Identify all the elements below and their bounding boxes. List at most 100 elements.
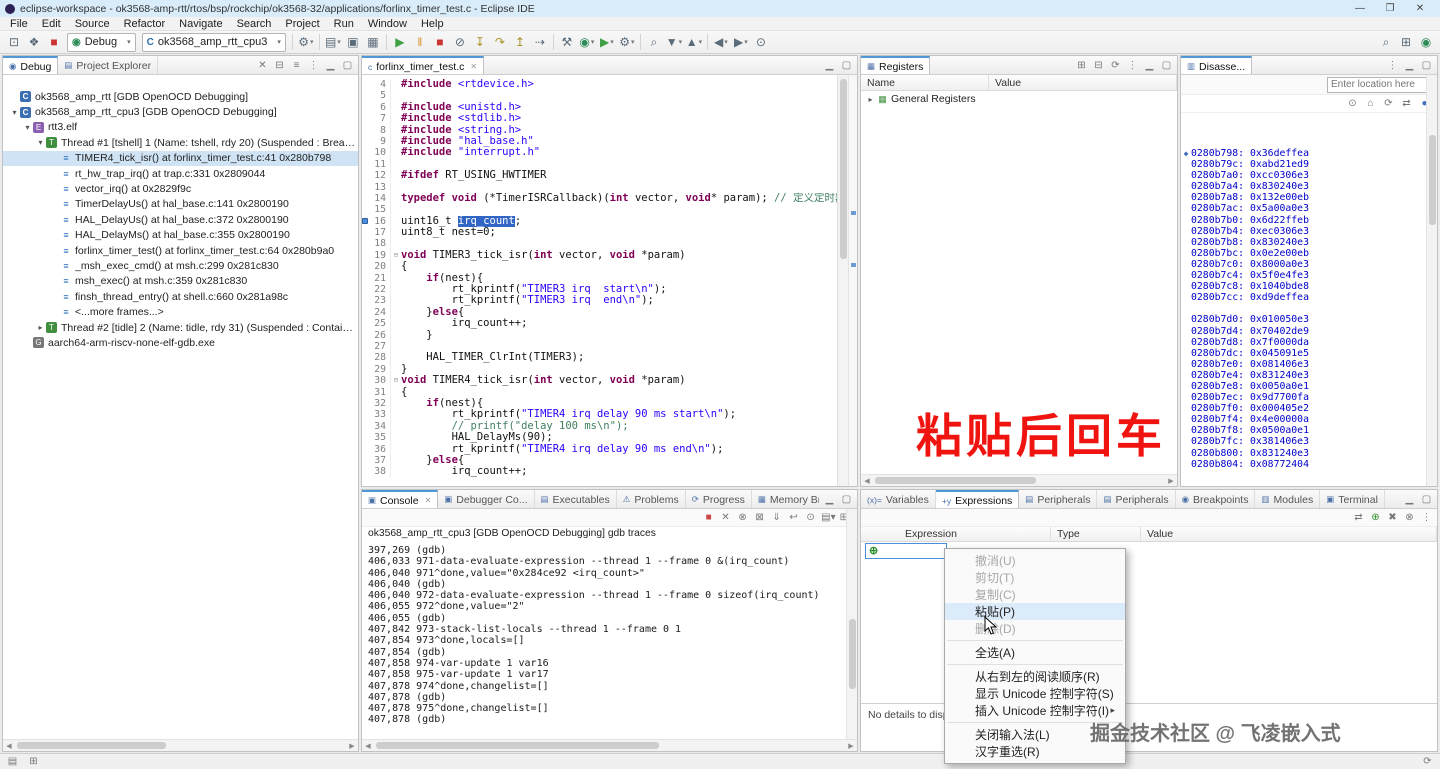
instruction-stepping-icon[interactable]: ⇢ bbox=[530, 33, 550, 52]
disasm-line[interactable]: 0280b7dc: 0x045091e5 bbox=[1181, 348, 1425, 359]
open-element-icon[interactable]: ⊡ bbox=[4, 33, 24, 52]
code-text[interactable]: #include <unistd.h> bbox=[401, 102, 837, 113]
code-text[interactable]: uint16_t irq_count; bbox=[401, 216, 837, 227]
maximize-icon[interactable]: ▢ bbox=[1420, 494, 1433, 505]
code-text[interactable]: #include "interrupt.h" bbox=[401, 147, 837, 158]
disasm-line[interactable]: 0280b7a0: 0xcc0306e3 bbox=[1181, 170, 1425, 181]
feature-icon[interactable]: ❖ bbox=[24, 33, 44, 52]
code-text[interactable]: }else{ bbox=[401, 455, 837, 466]
code-text[interactable] bbox=[401, 238, 837, 249]
search-icon[interactable]: ⌕ bbox=[1376, 33, 1396, 52]
disasm-line[interactable]: 0280b7b8: 0x830240e3 bbox=[1181, 237, 1425, 248]
maximize-icon[interactable]: ▢ bbox=[341, 60, 354, 71]
code-text[interactable] bbox=[401, 341, 837, 352]
disasm-line[interactable]: 0280b7f0: 0x000405e2 bbox=[1181, 403, 1425, 414]
remove-all-expressions-icon[interactable]: ⊗ bbox=[1403, 512, 1416, 523]
maximize-icon[interactable]: ▢ bbox=[840, 494, 853, 505]
scroll-right-icon[interactable]: ▶ bbox=[1165, 477, 1177, 485]
disasm-line[interactable]: 0280b79c: 0xabd21ed9 bbox=[1181, 159, 1425, 170]
debug-tree-item[interactable]: ≡rt_hw_trap_irq() at trap.c:331 0x280904… bbox=[3, 166, 358, 181]
debug-tree-item[interactable]: ▾TThread #1 [tshell] 1 (Name: tshell, rd… bbox=[3, 135, 358, 150]
debug-tree-item[interactable]: ≡forlinx_timer_test() at forlinx_timer_t… bbox=[3, 243, 358, 258]
filter-icon[interactable]: ≡ bbox=[290, 60, 303, 71]
view-menu-icon[interactable]: ⋮ bbox=[307, 60, 320, 71]
code-text[interactable]: #include <rtdevice.h> bbox=[401, 79, 837, 90]
disassembly-content[interactable]: ◆0280b798: 0x36deffea0280b79c: 0xabd21ed… bbox=[1181, 132, 1425, 486]
debug-tree-item[interactable]: ▸TThread #2 [tidle] 2 (Name: tidle, rdy … bbox=[3, 320, 358, 335]
minimize-button[interactable]: — bbox=[1345, 0, 1375, 17]
code-text[interactable]: { bbox=[401, 261, 837, 272]
debug-tree-item[interactable]: ▾Ertt3.elf bbox=[3, 120, 358, 135]
code-text[interactable] bbox=[401, 90, 837, 101]
remove-all-launches-icon[interactable]: ⊗ bbox=[736, 512, 749, 523]
disasm-line[interactable]: 0280b7d8: 0x7f0000da bbox=[1181, 337, 1425, 348]
code-text[interactable]: rt_kprintf("TIMER3 irq start\n"); bbox=[401, 284, 837, 295]
code-text[interactable]: typedef void (*TimerISRCallback)(int vec… bbox=[401, 193, 837, 204]
maximize-icon[interactable]: ▢ bbox=[1160, 60, 1173, 71]
refresh-icon[interactable]: ⟳ bbox=[1109, 60, 1122, 71]
previous-annotation-icon[interactable]: ▲▾ bbox=[684, 33, 704, 52]
maximize-icon[interactable]: ▢ bbox=[840, 60, 853, 71]
column-header-name[interactable]: Name bbox=[861, 75, 989, 90]
minimize-icon[interactable]: ▁ bbox=[1403, 60, 1416, 71]
menu-refactor[interactable]: Refactor bbox=[117, 18, 173, 30]
save-icon[interactable]: ▣ bbox=[343, 33, 363, 52]
code-text[interactable]: #include "hal_base.h" bbox=[401, 136, 837, 147]
maximize-icon[interactable]: ▢ bbox=[1420, 60, 1433, 71]
menu-help[interactable]: Help bbox=[414, 18, 451, 30]
tab-peripherals[interactable]: ▤Peripherals bbox=[1097, 490, 1175, 508]
disasm-line[interactable] bbox=[1181, 303, 1425, 314]
disasm-line[interactable]: 0280b7f4: 0x4e00000a bbox=[1181, 414, 1425, 425]
step-over-icon[interactable]: ↷ bbox=[490, 33, 510, 52]
code-text[interactable] bbox=[401, 159, 837, 170]
scroll-right-icon[interactable]: ▶ bbox=[346, 742, 358, 750]
maximize-button[interactable]: ❐ bbox=[1375, 0, 1405, 17]
suspend-icon[interactable]: ‖ bbox=[410, 33, 430, 52]
code-text[interactable]: irq_count++; bbox=[401, 318, 837, 329]
code-text[interactable]: HAL_DelayMs(90); bbox=[401, 432, 837, 443]
disasm-line[interactable]: 0280b7c0: 0x8000a0e3 bbox=[1181, 259, 1425, 270]
debug-tree-item[interactable]: ≡TimerDelayUs() at hal_base.c:141 0x2800… bbox=[3, 197, 358, 212]
code-text[interactable] bbox=[401, 204, 837, 215]
disasm-line[interactable]: 0280b7cc: 0xd9deffea bbox=[1181, 292, 1425, 303]
home-icon[interactable]: ⌂ bbox=[1364, 98, 1377, 109]
remove-all-terminated-icon[interactable]: ✕ bbox=[256, 60, 269, 71]
save-all-icon[interactable]: ▦ bbox=[363, 33, 383, 52]
tab-debug[interactable]: ◉Debug bbox=[3, 56, 58, 74]
tab-debugger-co[interactable]: ▣Debugger Co... bbox=[438, 490, 534, 508]
scrollbar-thumb[interactable] bbox=[17, 742, 166, 749]
tab-progress[interactable]: ⟳Progress bbox=[686, 490, 752, 508]
disasm-line[interactable]: 0280b800: 0x831240e3 bbox=[1181, 448, 1425, 459]
disasm-line[interactable]: ◆0280b798: 0x36deffea bbox=[1181, 148, 1425, 159]
tree-arrow-icon[interactable]: ▸ bbox=[35, 323, 46, 332]
sync-icon[interactable]: ⇄ bbox=[1400, 98, 1413, 109]
debug-dropdown-icon[interactable]: ◉▾ bbox=[577, 33, 597, 52]
disasm-line[interactable]: 0280b7e0: 0x081406e3 bbox=[1181, 359, 1425, 370]
scroll-left-icon[interactable]: ◀ bbox=[362, 742, 374, 750]
debug-horizontal-scrollbar[interactable]: ◀ ▶ bbox=[3, 739, 358, 751]
disasm-line[interactable]: 0280b804: 0x08772404 bbox=[1181, 459, 1425, 470]
collapse-all-icon[interactable]: ⊟ bbox=[273, 60, 286, 71]
column-header-value[interactable]: Value bbox=[989, 75, 1177, 90]
remove-launch-icon[interactable]: ✕ bbox=[719, 512, 732, 523]
tab-close-icon[interactable]: ✕ bbox=[470, 62, 477, 71]
gear-icon[interactable]: ⚙▾ bbox=[296, 33, 316, 52]
next-annotation-icon[interactable]: ▼▾ bbox=[664, 33, 684, 52]
tab-console[interactable]: ▣Console✕ bbox=[362, 490, 438, 508]
minimize-icon[interactable]: ▁ bbox=[823, 494, 836, 505]
column-header-value[interactable]: Value bbox=[1141, 527, 1437, 541]
disasm-line[interactable]: 0280b7d0: 0x010050e3 bbox=[1181, 314, 1425, 325]
build-icon[interactable]: ⚒ bbox=[557, 33, 577, 52]
word-wrap-icon[interactable]: ↩ bbox=[787, 512, 800, 523]
minimize-icon[interactable]: ▁ bbox=[324, 60, 337, 71]
register-group-row[interactable]: ▸ ▦ General Registers bbox=[861, 91, 1177, 107]
new-icon[interactable]: ▤▾ bbox=[323, 33, 343, 52]
tab-disasse[interactable]: ▥Disasse... bbox=[1181, 56, 1252, 74]
code-text[interactable]: irq_count++; bbox=[401, 466, 837, 477]
disasm-line[interactable]: 0280b7d4: 0x70402de9 bbox=[1181, 326, 1425, 337]
code-text[interactable]: #include <stdlib.h> bbox=[401, 113, 837, 124]
disasm-line[interactable]: 0280b7b0: 0x6d22ffeb bbox=[1181, 215, 1425, 226]
step-into-icon[interactable]: ↧ bbox=[470, 33, 490, 52]
pin-icon[interactable]: ⊙ bbox=[1346, 98, 1359, 109]
debug-mode-combo[interactable]: ◉ Debug ▾ bbox=[67, 33, 136, 52]
